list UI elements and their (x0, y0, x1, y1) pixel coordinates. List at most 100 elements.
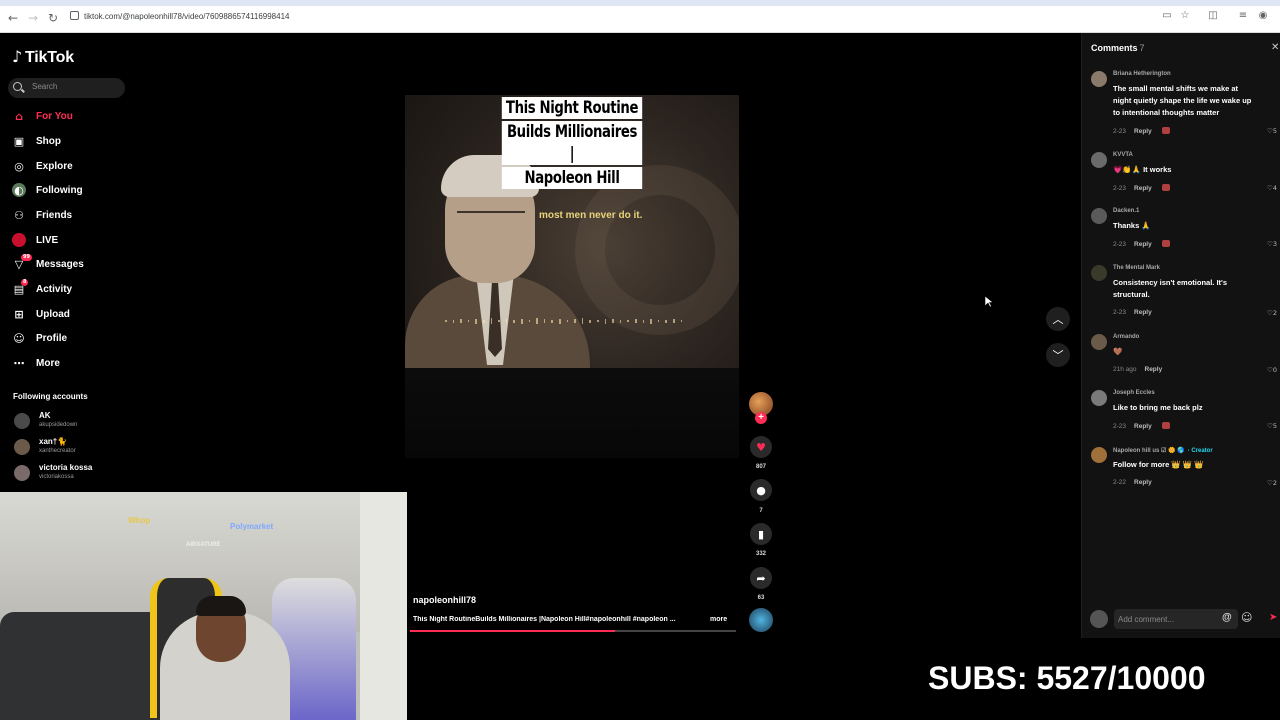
reply-button[interactable]: Reply (1145, 366, 1163, 373)
comment-username[interactable]: Briana Hetherington (1113, 71, 1171, 77)
send-icon[interactable]: ➤ (1269, 612, 1277, 623)
home-icon: ⌂ (15, 109, 23, 123)
nav-profile[interactable]: ☺ Profile (12, 329, 67, 347)
following-accounts-title: Following accounts (13, 392, 88, 401)
tiktok-logo[interactable]: ♪ TikTok (12, 47, 74, 67)
nav-friends[interactable]: ⚇ Friends (12, 206, 72, 224)
comment-count: 7 (759, 508, 763, 514)
reply-button[interactable]: Reply (1134, 241, 1152, 248)
creator-liked-icon (1161, 184, 1170, 191)
waveform-bar (612, 319, 614, 323)
sidepanel-icon[interactable]: ◫ (1207, 10, 1219, 22)
avatar[interactable] (1091, 71, 1107, 87)
tab-search-icon[interactable]: ≡ (1237, 10, 1249, 22)
video-author[interactable]: napoleonhill78 (413, 595, 476, 605)
comment-username[interactable]: KVVTA (1113, 152, 1133, 158)
comment-username[interactable]: The Mental Mark (1113, 265, 1160, 271)
waveform-bar (673, 319, 675, 323)
audio-waveform (445, 318, 690, 324)
avatar[interactable] (1091, 265, 1107, 281)
follow-plus-icon[interactable]: + (755, 412, 767, 424)
nav-for-you[interactable]: ⌂ For You (12, 107, 73, 125)
avatar[interactable] (1091, 390, 1107, 406)
comment-date: 2-23 (1113, 128, 1127, 135)
comment-like-button[interactable]: ♡4 (1267, 184, 1277, 192)
avatar (1090, 610, 1108, 628)
waveform-bar (543, 319, 546, 323)
avatar[interactable] (1091, 152, 1107, 168)
nav-explore[interactable]: ◎ Explore (12, 157, 73, 175)
nav-following[interactable]: ◐ Following (12, 181, 83, 199)
comment-like-button[interactable]: ♡5 (1267, 127, 1277, 135)
waveform-bar (604, 318, 607, 324)
comment-username[interactable]: Joseph Eccles (1113, 390, 1155, 396)
avatar (14, 413, 30, 429)
nav-activity[interactable]: ▤ 8 Activity (12, 279, 72, 298)
reply-button[interactable]: Reply (1134, 128, 1152, 135)
more-link[interactable]: more (710, 616, 727, 623)
following-account[interactable]: AK akupsidedown (14, 411, 77, 429)
emoji-icon[interactable]: ☺ (1241, 611, 1252, 624)
comment-input[interactable] (1114, 609, 1238, 629)
nav-more[interactable]: ⋯ More (12, 354, 60, 372)
following-account[interactable]: xan†🐈 xanthecreator (14, 437, 76, 455)
chevron-up-icon: ︿ (1052, 313, 1064, 326)
waveform-bar (505, 319, 508, 323)
reload-icon[interactable]: ↻ (48, 11, 58, 25)
comment-username[interactable]: Armando (1113, 334, 1139, 340)
avatar[interactable] (1091, 208, 1107, 224)
account-name: AK (39, 411, 51, 420)
video-caption: most men never do it. (539, 210, 643, 221)
messages-badge: 99 (21, 254, 32, 261)
nav-live[interactable]: LIVE (12, 231, 58, 249)
back-icon[interactable]: ← (8, 11, 18, 25)
nav-upload[interactable]: ⊞ Upload (12, 305, 70, 323)
comments-panel: Comments 7 ✕ Briana Hetherington The small… (1081, 33, 1280, 638)
reply-button[interactable]: Reply (1134, 479, 1152, 486)
comment-icon: ● (756, 483, 766, 497)
following-account[interactable]: victoria kossa victoriakossa (14, 463, 92, 481)
comment-like-button[interactable]: ♡2 (1267, 479, 1277, 487)
like-button[interactable]: ♥ (750, 436, 772, 458)
comment-button[interactable]: ● (750, 479, 772, 501)
previous-video-button[interactable]: ︿ (1046, 307, 1070, 331)
mention-icon[interactable]: @ (1222, 612, 1232, 623)
profile-avatar-icon[interactable]: ◉ (1257, 10, 1269, 22)
comment-like-button[interactable]: ♡2 (1267, 309, 1277, 317)
save-button[interactable]: ▮ (750, 523, 772, 545)
reply-button[interactable]: Reply (1134, 309, 1152, 316)
reply-button[interactable]: Reply (1134, 423, 1152, 430)
site-info-icon[interactable] (70, 11, 79, 20)
close-icon[interactable]: ✕ (1271, 42, 1279, 53)
share-button[interactable]: ➦ (750, 567, 772, 589)
search-icon (13, 82, 22, 91)
reply-button[interactable]: Reply (1134, 185, 1152, 192)
waveform-bar (642, 319, 645, 323)
avatar[interactable] (1091, 334, 1107, 350)
nav-messages[interactable]: ▽ 99 Messages (12, 254, 84, 273)
avatar[interactable] (1091, 447, 1107, 463)
waveform-bar (498, 320, 500, 322)
comment-like-button[interactable]: ♡0 (1267, 366, 1277, 374)
following-icon: ◐ (12, 183, 26, 197)
bookmark-star-icon[interactable]: ☆ (1179, 10, 1191, 22)
search-input[interactable]: Search (8, 78, 125, 98)
comment-meta: 2-23 Reply (1113, 309, 1152, 316)
comment-like-button[interactable]: ♡3 (1267, 240, 1277, 248)
waveform-bar (528, 320, 531, 322)
address-bar[interactable]: tiktok.com/@napoleonhill78/video/7609886… (70, 11, 289, 21)
comment-like-count: 5 (1272, 422, 1277, 430)
nav-shop[interactable]: ▣ Shop (12, 132, 61, 150)
cast-icon[interactable]: ▭ (1161, 10, 1173, 22)
music-disc-icon[interactable] (749, 608, 773, 632)
forward-icon[interactable]: → (28, 11, 38, 25)
comment-like-button[interactable]: ♡5 (1267, 422, 1277, 430)
waveform-bar (467, 320, 470, 322)
next-video-button[interactable]: ﹀ (1046, 343, 1070, 367)
nav-label: Profile (36, 332, 68, 344)
comment-username[interactable]: Napoleon hill us ☑ 🌼 🌎 · Creator (1113, 447, 1213, 454)
video-progress-bar[interactable] (410, 630, 736, 632)
comment-username[interactable]: Dacken.1 (1113, 208, 1139, 214)
browser-toolbar: ← → ↻ tiktok.com/@napoleonhill78/video/7… (0, 0, 1280, 33)
comment-like-count: 4 (1272, 184, 1277, 192)
